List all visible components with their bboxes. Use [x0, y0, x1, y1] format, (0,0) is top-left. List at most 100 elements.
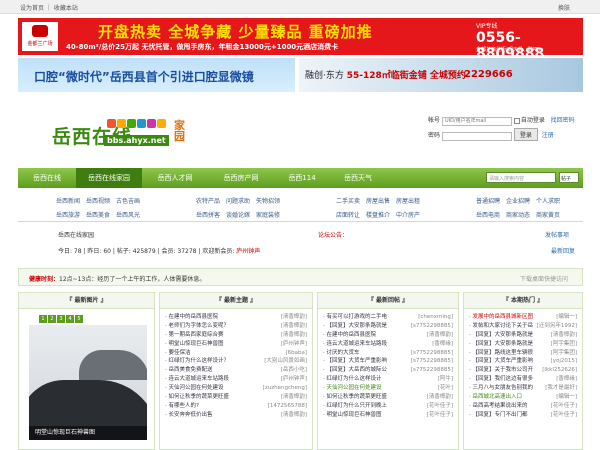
realestate-ad-banner[interactable]: 融创·东方 55-128㎡临街金铺 全城预约 2229666 [299, 58, 583, 92]
subnav-link[interactable]: 岳西美食 [86, 212, 110, 219]
list-item[interactable]: · 讨厌的大货车 [s7752298885] [323, 348, 453, 358]
item-title[interactable]: 【回复】大安那条路就是 [473, 332, 534, 338]
posting-rules-link[interactable]: 发帖事项 [545, 230, 569, 239]
skin-link[interactable]: 换肤 [558, 3, 570, 12]
item-title[interactable]: 老师们为字体怎么变呢？ [169, 323, 230, 329]
item-title[interactable]: 【回复】大货车严重影响 [473, 358, 534, 364]
subnav-link[interactable]: 岳西电商 [476, 212, 500, 219]
item-author[interactable]: [花叶佳子] [548, 410, 577, 420]
auto-login-checkbox[interactable] [513, 117, 520, 124]
item-title[interactable]: 有哪些人的? [169, 403, 199, 409]
mountain-photo[interactable]: 明堂山惊现巨石神兽图 [29, 325, 147, 440]
item-title[interactable]: 发帖和大家讨论下关于岳 [473, 323, 534, 329]
nav-item-jiayuan[interactable]: 岳西在线家园 [76, 168, 142, 188]
top-ad-banner[interactable]: 金都兰广场 开盘热卖 全城争藏 少量臻品 重磅加推 40-80m²/总价25万起… [18, 18, 583, 55]
item-title[interactable]: 红绿灯为什么这样设计？ [169, 358, 230, 364]
item-title[interactable]: 红绿灯为什么只开到晚上 [327, 403, 388, 409]
list-item[interactable]: · 发展中的岳西县城新区图 [编辑一] [469, 313, 577, 322]
picture-slideshow[interactable]: 12345 明堂山惊现巨石神兽图 [29, 315, 147, 440]
item-author[interactable]: [花叶] [435, 384, 453, 394]
item-title[interactable]: 有买可以打游戏的二手电 [327, 314, 388, 320]
subnav-link[interactable]: 岳西新闻 [56, 198, 80, 205]
item-author[interactable]: [yoj2015] [548, 357, 577, 367]
subnav-link[interactable]: 古色吉画 [116, 198, 140, 205]
breadcrumb[interactable]: 岳西在线家园 [58, 230, 94, 239]
subnav-link[interactable]: 失物招领 [256, 198, 280, 205]
item-title[interactable]: 明堂山惊现巨石神兽图 [327, 412, 382, 418]
subnav-link[interactable]: 企业招聘 [506, 198, 530, 205]
item-title[interactable]: 明堂山惊现巨石神兽图 [169, 341, 224, 347]
list-item[interactable]: · 岳西美食免费配送 [岳西小吃] [165, 366, 307, 376]
list-item[interactable]: · 要佳保洁 [6baba] [165, 348, 307, 358]
item-author[interactable]: [lkkl252626] [540, 366, 577, 376]
item-title[interactable]: 如何让秋季的蔬菜更旺盛 [169, 394, 230, 400]
slide-page-3[interactable]: 3 [57, 315, 65, 323]
list-item[interactable]: · 【回复】大货车严重影响 [yoj2015] [469, 357, 577, 367]
item-title[interactable]: 【回复】大岳西的城际公 [327, 367, 388, 373]
item-author[interactable]: [香樟缘] [554, 375, 577, 385]
subnav-link[interactable]: 二手买卖 [336, 198, 360, 205]
item-title[interactable]: 天仙河公园在何处建设 [169, 385, 224, 391]
list-item[interactable]: · 如何让秋季的蔬菜更旺盛 [清香樟韵] [165, 393, 307, 402]
item-author[interactable]: [清香樟韵] [278, 393, 307, 402]
list-item[interactable]: · 【回复】大货车严重影响 [s7752298885] [323, 357, 453, 367]
slide-page-5[interactable]: 5 [75, 315, 83, 323]
slide-page-4[interactable]: 4 [66, 315, 74, 323]
item-author[interactable]: [岳西小吃] [278, 366, 307, 376]
item-title[interactable]: 三月八与女朋友告别我的 [473, 385, 534, 391]
item-author[interactable]: [迁到另年1992] [534, 321, 577, 331]
item-title[interactable]: 长安奔奔低价出售 [169, 412, 213, 418]
item-title[interactable]: 连云大道城运来车站路段 [327, 341, 388, 347]
subnav-link[interactable]: 家庭装修 [256, 212, 280, 219]
list-item[interactable]: · 明堂山惊现巨石神兽图 [庐州钟声] [165, 339, 307, 349]
add-favorite-link[interactable]: 收藏本站 [54, 5, 78, 12]
subnav-link[interactable]: 商家动态 [506, 212, 530, 219]
list-item[interactable]: · 在建中的岳西县医院 [清香樟韵] [165, 313, 307, 322]
item-author[interactable]: [清香樟韵] [278, 321, 307, 331]
subnav-link[interactable]: 中介房产 [396, 212, 420, 219]
item-author[interactable]: [s7752298885] [408, 321, 453, 331]
item-title[interactable]: 【回复】我们这边有很多 [473, 376, 534, 382]
desktop-shortcut-link[interactable]: 下载桌面快捷访问 [520, 274, 568, 283]
slide-page-1[interactable]: 1 [39, 315, 47, 323]
list-item[interactable]: · 第一期岳西家庭综合赛 [清香樟韵] [165, 330, 307, 340]
list-item[interactable]: · 连云大道城运来车站路段 [庐州钟声] [165, 375, 307, 385]
item-author[interactable]: [阿宇集团] [548, 339, 577, 349]
subnav-link[interactable]: 房屋出租 [396, 198, 420, 205]
item-title[interactable]: 在建中的岳西县医院 [327, 332, 377, 338]
subnav-link[interactable]: 岳西旅游 [56, 212, 80, 219]
item-author[interactable]: [清香樟韵] [424, 330, 453, 340]
forgot-password-link[interactable]: 找回密码 [551, 117, 575, 124]
subnav-link[interactable]: 店面转让 [336, 212, 360, 219]
list-item[interactable]: · 红绿灯为什么这样设计？ [大别山风景如画] [165, 357, 307, 367]
list-item[interactable]: · 如何让秋季的蔬菜更旺盛 [清香樟韵] [323, 393, 453, 402]
item-author[interactable]: [编辑一] [554, 313, 577, 322]
item-title[interactable]: 岳西高考结果说出来的 [473, 403, 528, 409]
item-author[interactable]: [清香樟韵] [548, 330, 577, 340]
item-author[interactable]: [清香樟韵] [278, 410, 307, 420]
list-item[interactable]: · 【回复】专门不出门都 [花叶佳子] [469, 410, 577, 420]
item-author[interactable]: [庐州钟声] [278, 375, 307, 385]
list-item[interactable]: · 有买可以打游戏的二手电 [chenxming] [323, 313, 453, 322]
list-item[interactable]: · 岳西高考结果说出来的 [花叶佳子] [469, 401, 577, 411]
list-item[interactable]: · 在建中的岳西县医院 [清香樟韵] [323, 330, 453, 340]
item-author[interactable]: [花叶佳子] [424, 401, 453, 411]
subnav-link[interactable]: 房屋出售 [366, 198, 390, 205]
item-author[interactable]: [香樟缘] [430, 339, 453, 349]
nav-item-114[interactable]: 岳西114 [274, 168, 330, 188]
list-item[interactable]: · 老师们为字体怎么变呢？ [清香樟韵] [165, 321, 307, 331]
item-author[interactable]: [s7752298885] [408, 366, 453, 376]
item-author[interactable]: [清香樟韵] [424, 393, 453, 402]
item-author[interactable]: [zuzhengcheng] [260, 384, 307, 394]
item-author[interactable]: [6baba] [283, 348, 307, 358]
nav-item-home[interactable]: 岳西在线 [18, 168, 76, 188]
list-item[interactable]: · 有哪些人的? [1472565788] [165, 401, 307, 411]
subnav-link[interactable]: 楼盘推介 [366, 212, 390, 219]
item-title[interactable]: 如何让秋季的蔬菜更旺盛 [327, 394, 388, 400]
site-logo[interactable]: 岳西在线 bbs.ahyx.net 家园 [52, 119, 185, 149]
item-author[interactable]: [1472565788] [265, 401, 307, 411]
set-homepage-link[interactable]: 设为首页 [20, 5, 44, 12]
new-member-link[interactable]: 庐州钟声 [236, 248, 260, 255]
item-author[interactable]: [阿牛] [435, 375, 453, 385]
item-title[interactable]: 在建中的岳西县医院 [169, 314, 219, 320]
